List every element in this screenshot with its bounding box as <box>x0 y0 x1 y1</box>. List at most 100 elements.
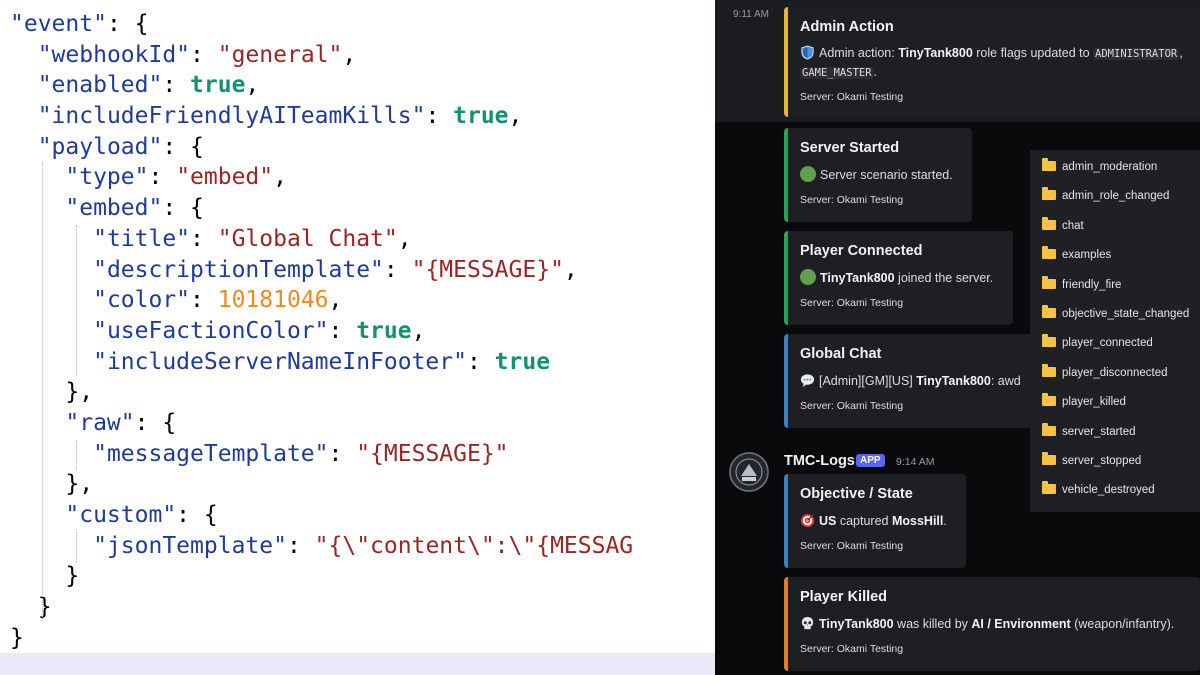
embed-objective-state: Objective / State US captured MossHill. … <box>784 474 966 568</box>
folder-item[interactable]: server_started <box>1042 422 1136 444</box>
code-line: } <box>10 623 633 654</box>
code-token: "descriptionTemplate" <box>93 256 384 283</box>
code-token: }, <box>10 471 94 498</box>
code-token: , <box>328 287 343 314</box>
code-token: true <box>356 317 412 344</box>
code-line: "webhookId": "general", <box>10 40 633 71</box>
code-line: "title": "Global Chat", <box>10 224 633 255</box>
folder-item[interactable]: server_stopped <box>1042 452 1141 473</box>
code-token: "useFactionColor" <box>93 317 329 344</box>
editor-status-strip <box>0 653 715 675</box>
green-circle-icon <box>800 166 816 182</box>
embed-text: . <box>943 514 947 528</box>
code-token: "{\"content\":\"{MESSAG <box>314 532 634 559</box>
code-line: "includeServerNameInFooter": true <box>10 347 633 378</box>
embed-text: role flags updated to <box>972 46 1094 60</box>
code-line: "enabled": true, <box>10 70 633 101</box>
app-badge: APP <box>856 454 885 467</box>
code-token: }, <box>10 379 94 406</box>
embed-text: Server scenario started. <box>820 168 953 182</box>
folder-name: admin_moderation <box>1062 161 1158 173</box>
code-token: "title" <box>93 225 191 252</box>
bot-avatar[interactable] <box>729 452 769 492</box>
shield-icon <box>801 45 814 60</box>
embed-description: Server scenario started. <box>800 166 953 184</box>
folder-name: admin_role_changed <box>1062 190 1170 203</box>
folder-item[interactable]: vehicle_destroyed <box>1042 481 1155 502</box>
code-token: true <box>494 348 551 375</box>
embed-text: captured <box>836 514 892 528</box>
code-line: } <box>10 592 633 623</box>
code-token: : <box>286 532 315 559</box>
folder-icon <box>1042 334 1056 348</box>
embed-footer: Server: Okami Testing <box>800 194 904 206</box>
code-token: : { <box>176 502 218 528</box>
folder-icon <box>1042 158 1056 171</box>
code-line: "color": 10181046, <box>10 285 633 316</box>
code-token: : { <box>106 11 149 37</box>
folder-item[interactable]: admin_role_changed <box>1042 187 1170 208</box>
code-token: "event" <box>10 11 107 37</box>
embed-player-connected: Player Connected TinyTank800 joined the … <box>784 231 1013 325</box>
code-token: : <box>162 72 191 99</box>
embed-text: : awd <box>990 374 1021 388</box>
faction-name: US <box>819 514 837 528</box>
folder-item[interactable]: player_connected <box>1042 334 1153 355</box>
embed-text: (weapon/infantry). <box>1070 617 1175 631</box>
code-token: } <box>10 624 24 651</box>
json-config-code[interactable]: "event": { "webhookId": "general", "enab… <box>10 9 633 653</box>
folder-item[interactable]: admin_moderation <box>1042 158 1158 179</box>
chat-panel[interactable]: 9:11 AM Admin Action Admin action: TinyT… <box>715 0 1200 675</box>
code-token: "webhookId" <box>37 41 191 68</box>
code-token: , <box>563 256 578 283</box>
code-token: : <box>190 41 218 68</box>
folder-item[interactable]: objective_state_changed <box>1042 305 1189 326</box>
folder-name: player_disconnected <box>1062 366 1168 379</box>
folder-icon <box>1042 246 1056 260</box>
code-token: : <box>383 256 412 283</box>
embed-description: [Admin][GM][US] TinyTank800: awd <box>800 372 1021 390</box>
code-token: "payload" <box>37 133 163 160</box>
folder-item[interactable]: chat <box>1042 216 1084 238</box>
folder-name: friendly_fire <box>1062 278 1122 291</box>
code-token: : <box>190 225 218 252</box>
folder-name: vehicle_destroyed <box>1062 484 1155 497</box>
folder-item[interactable]: friendly_fire <box>1042 275 1122 297</box>
folder-item[interactable]: player_killed <box>1042 393 1126 414</box>
indent-guide <box>76 440 77 470</box>
player-name: TinyTank800 <box>916 374 991 388</box>
code-token: : <box>328 317 357 344</box>
code-token: , <box>397 225 412 252</box>
code-editor[interactable]: "event": { "webhookId": "general", "enab… <box>0 0 715 675</box>
bot-username[interactable]: TMC-Logs <box>784 453 855 469</box>
code-token: "jsonTemplate" <box>93 532 287 559</box>
code-token: "general" <box>217 41 343 68</box>
killer-name: AI / Environment <box>971 617 1071 631</box>
code-line: "payload": { <box>10 132 633 163</box>
code-token: "messageTemplate" <box>93 440 329 467</box>
code-token: : { <box>162 133 204 160</box>
embed-text: [Admin][GM][US] <box>819 374 917 388</box>
folder-item[interactable]: player_disconnected <box>1042 363 1168 385</box>
folder-item[interactable]: examples <box>1042 246 1111 267</box>
code-token: : { <box>134 409 177 436</box>
message-timestamp: 9:11 AM <box>733 9 769 20</box>
code-line: "raw": { <box>10 408 633 439</box>
code-token: , <box>508 103 523 130</box>
code-line: "includeFriendlyAITeamKills": true, <box>10 101 633 132</box>
code-token: "Global Chat" <box>217 225 398 252</box>
folder-name: chat <box>1062 219 1084 232</box>
embed-title: Global Chat <box>800 346 882 362</box>
embed-text: Admin action: <box>819 46 899 60</box>
folder-icon <box>1042 275 1056 289</box>
code-line: "useFactionColor": true, <box>10 316 633 347</box>
code-token: 10181046 <box>217 287 329 314</box>
